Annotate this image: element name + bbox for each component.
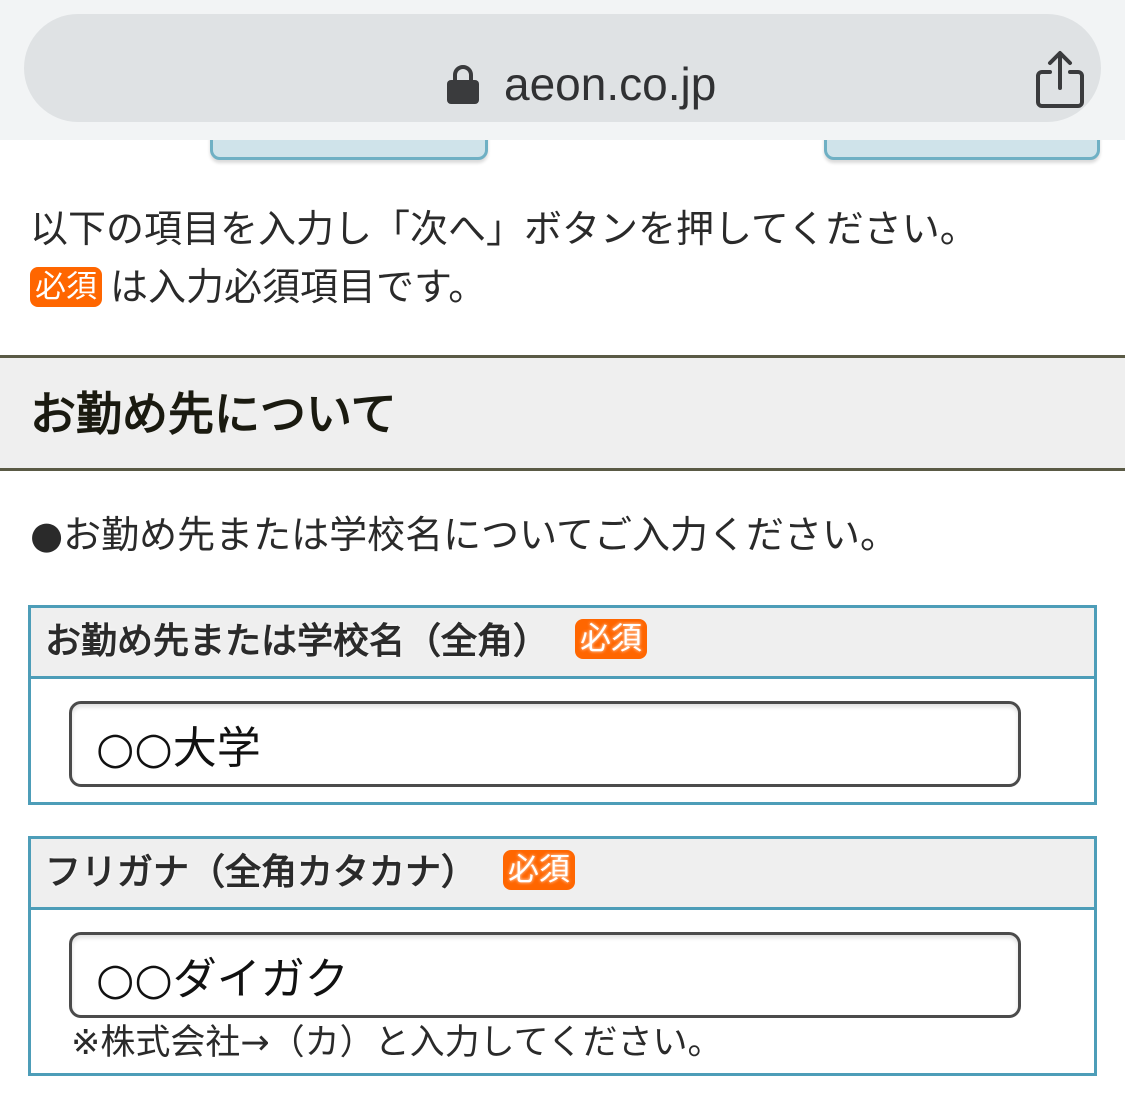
intro-line-1: 以下の項目を入力し「次へ」ボタンを押してください。 — [30, 207, 978, 251]
company-label-text: お勤め先または学校名（全角） — [45, 621, 550, 662]
intro-line-2: 必須 は入力必須項目です。 — [30, 258, 1110, 316]
company-input[interactable] — [69, 701, 1021, 787]
furigana-label: フリガナ（全角カタカナ） 必須 — [45, 847, 583, 899]
section-notice: ●お勤め先または学校名についてご入力ください。 — [30, 513, 899, 557]
company-label: お勤め先または学校名（全角） 必須 — [45, 616, 655, 668]
furigana-input[interactable] — [69, 932, 1021, 1018]
furigana-label-row: フリガナ（全角カタカナ） 必須 — [31, 839, 1094, 910]
intro-text: 以下の項目を入力し「次へ」ボタンを押してください。 必須 は入力必須項目です。 — [30, 200, 1110, 316]
url-field[interactable]: aeon.co.jp — [24, 14, 1101, 122]
share-icon[interactable] — [1034, 50, 1086, 110]
furigana-required-badge: 必須 — [503, 850, 576, 890]
page: aeon.co.jp 以下の項目を入力し「次へ」ボタンを押してください。 必須は… — [0, 0, 1125, 1094]
url-text: aeon.co.jp — [504, 58, 717, 110]
lock-icon — [447, 65, 479, 104]
company-field-group: お勤め先または学校名（全角） 必須 — [28, 605, 1097, 805]
intro-line-2-text: は入力必須項目です。 — [110, 265, 487, 309]
section-header: お勤め先について — [0, 355, 1125, 471]
furigana-field-group: フリガナ（全角カタカナ） 必須 ※株式会社→（カ）と入力してください。 — [28, 836, 1097, 1076]
company-label-row: お勤め先または学校名（全角） 必須 — [31, 608, 1094, 679]
furigana-hint: ※株式会社→（カ）と入力してください。 — [71, 1023, 723, 1063]
company-required-badge: 必須 — [575, 619, 648, 659]
browser-address-bar: aeon.co.jp — [0, 0, 1125, 140]
required-badge: 必須 — [30, 267, 102, 307]
section-title: お勤め先について — [30, 387, 397, 441]
furigana-label-text: フリガナ（全角カタカナ） — [45, 852, 478, 893]
